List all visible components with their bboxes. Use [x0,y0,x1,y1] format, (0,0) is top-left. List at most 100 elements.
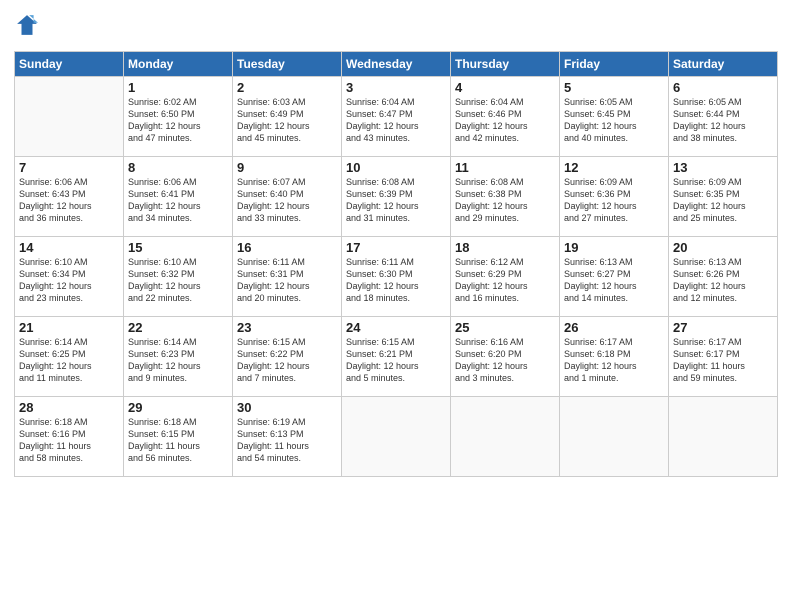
day-number: 11 [455,160,555,175]
calendar-cell-w2d1: 15Sunrise: 6:10 AMSunset: 6:32 PMDayligh… [124,237,233,317]
day-number: 23 [237,320,337,335]
day-number: 12 [564,160,664,175]
day-info: Sunrise: 6:05 AMSunset: 6:44 PMDaylight:… [673,96,773,145]
calendar-table: SundayMondayTuesdayWednesdayThursdayFrid… [14,51,778,477]
day-header-saturday: Saturday [669,52,778,77]
calendar-cell-w0d4: 4Sunrise: 6:04 AMSunset: 6:46 PMDaylight… [451,77,560,157]
calendar-cell-w3d0: 21Sunrise: 6:14 AMSunset: 6:25 PMDayligh… [15,317,124,397]
calendar-cell-w3d1: 22Sunrise: 6:14 AMSunset: 6:23 PMDayligh… [124,317,233,397]
day-header-sunday: Sunday [15,52,124,77]
calendar-cell-w1d4: 11Sunrise: 6:08 AMSunset: 6:38 PMDayligh… [451,157,560,237]
day-info: Sunrise: 6:06 AMSunset: 6:43 PMDaylight:… [19,176,119,225]
calendar-cell-w1d3: 10Sunrise: 6:08 AMSunset: 6:39 PMDayligh… [342,157,451,237]
day-number: 16 [237,240,337,255]
calendar-cell-w2d5: 19Sunrise: 6:13 AMSunset: 6:27 PMDayligh… [560,237,669,317]
day-info: Sunrise: 6:14 AMSunset: 6:23 PMDaylight:… [128,336,228,385]
day-number: 9 [237,160,337,175]
calendar-cell-w3d2: 23Sunrise: 6:15 AMSunset: 6:22 PMDayligh… [233,317,342,397]
day-number: 20 [673,240,773,255]
day-info: Sunrise: 6:15 AMSunset: 6:22 PMDaylight:… [237,336,337,385]
day-number: 10 [346,160,446,175]
calendar-cell-w0d6: 6Sunrise: 6:05 AMSunset: 6:44 PMDaylight… [669,77,778,157]
calendar-cell-w0d2: 2Sunrise: 6:03 AMSunset: 6:49 PMDaylight… [233,77,342,157]
day-info: Sunrise: 6:08 AMSunset: 6:38 PMDaylight:… [455,176,555,225]
calendar-cell-w0d1: 1Sunrise: 6:02 AMSunset: 6:50 PMDaylight… [124,77,233,157]
day-number: 3 [346,80,446,95]
calendar-cell-w0d3: 3Sunrise: 6:04 AMSunset: 6:47 PMDaylight… [342,77,451,157]
day-header-monday: Monday [124,52,233,77]
calendar-cell-w0d0 [15,77,124,157]
day-number: 19 [564,240,664,255]
calendar-cell-w3d6: 27Sunrise: 6:17 AMSunset: 6:17 PMDayligh… [669,317,778,397]
day-info: Sunrise: 6:10 AMSunset: 6:32 PMDaylight:… [128,256,228,305]
logo [14,14,38,43]
day-info: Sunrise: 6:09 AMSunset: 6:36 PMDaylight:… [564,176,664,225]
calendar-cell-w2d0: 14Sunrise: 6:10 AMSunset: 6:34 PMDayligh… [15,237,124,317]
calendar-cell-w4d2: 30Sunrise: 6:19 AMSunset: 6:13 PMDayligh… [233,397,342,477]
day-info: Sunrise: 6:18 AMSunset: 6:16 PMDaylight:… [19,416,119,465]
day-number: 22 [128,320,228,335]
day-info: Sunrise: 6:06 AMSunset: 6:41 PMDaylight:… [128,176,228,225]
day-header-wednesday: Wednesday [342,52,451,77]
day-number: 14 [19,240,119,255]
day-number: 18 [455,240,555,255]
day-number: 15 [128,240,228,255]
calendar-cell-w1d5: 12Sunrise: 6:09 AMSunset: 6:36 PMDayligh… [560,157,669,237]
day-info: Sunrise: 6:17 AMSunset: 6:18 PMDaylight:… [564,336,664,385]
day-info: Sunrise: 6:10 AMSunset: 6:34 PMDaylight:… [19,256,119,305]
calendar-cell-w4d3 [342,397,451,477]
day-number: 28 [19,400,119,415]
day-number: 4 [455,80,555,95]
day-info: Sunrise: 6:09 AMSunset: 6:35 PMDaylight:… [673,176,773,225]
day-number: 26 [564,320,664,335]
day-number: 6 [673,80,773,95]
day-number: 29 [128,400,228,415]
day-number: 13 [673,160,773,175]
calendar-cell-w4d5 [560,397,669,477]
day-header-tuesday: Tuesday [233,52,342,77]
day-info: Sunrise: 6:18 AMSunset: 6:15 PMDaylight:… [128,416,228,465]
day-number: 1 [128,80,228,95]
day-number: 2 [237,80,337,95]
calendar-cell-w3d3: 24Sunrise: 6:15 AMSunset: 6:21 PMDayligh… [342,317,451,397]
day-number: 7 [19,160,119,175]
day-number: 5 [564,80,664,95]
day-header-friday: Friday [560,52,669,77]
day-info: Sunrise: 6:12 AMSunset: 6:29 PMDaylight:… [455,256,555,305]
day-info: Sunrise: 6:04 AMSunset: 6:46 PMDaylight:… [455,96,555,145]
day-info: Sunrise: 6:13 AMSunset: 6:26 PMDaylight:… [673,256,773,305]
day-info: Sunrise: 6:04 AMSunset: 6:47 PMDaylight:… [346,96,446,145]
calendar-cell-w4d4 [451,397,560,477]
day-number: 17 [346,240,446,255]
day-number: 8 [128,160,228,175]
calendar-cell-w2d3: 17Sunrise: 6:11 AMSunset: 6:30 PMDayligh… [342,237,451,317]
calendar-cell-w1d2: 9Sunrise: 6:07 AMSunset: 6:40 PMDaylight… [233,157,342,237]
calendar-cell-w2d2: 16Sunrise: 6:11 AMSunset: 6:31 PMDayligh… [233,237,342,317]
calendar-cell-w1d6: 13Sunrise: 6:09 AMSunset: 6:35 PMDayligh… [669,157,778,237]
calendar-cell-w2d4: 18Sunrise: 6:12 AMSunset: 6:29 PMDayligh… [451,237,560,317]
calendar-cell-w1d0: 7Sunrise: 6:06 AMSunset: 6:43 PMDaylight… [15,157,124,237]
day-number: 21 [19,320,119,335]
day-info: Sunrise: 6:13 AMSunset: 6:27 PMDaylight:… [564,256,664,305]
day-number: 24 [346,320,446,335]
calendar-cell-w3d4: 25Sunrise: 6:16 AMSunset: 6:20 PMDayligh… [451,317,560,397]
day-number: 30 [237,400,337,415]
day-info: Sunrise: 6:19 AMSunset: 6:13 PMDaylight:… [237,416,337,465]
calendar-cell-w3d5: 26Sunrise: 6:17 AMSunset: 6:18 PMDayligh… [560,317,669,397]
day-info: Sunrise: 6:15 AMSunset: 6:21 PMDaylight:… [346,336,446,385]
day-info: Sunrise: 6:14 AMSunset: 6:25 PMDaylight:… [19,336,119,385]
day-info: Sunrise: 6:11 AMSunset: 6:30 PMDaylight:… [346,256,446,305]
day-info: Sunrise: 6:17 AMSunset: 6:17 PMDaylight:… [673,336,773,385]
day-info: Sunrise: 6:03 AMSunset: 6:49 PMDaylight:… [237,96,337,145]
calendar-cell-w4d6 [669,397,778,477]
day-info: Sunrise: 6:07 AMSunset: 6:40 PMDaylight:… [237,176,337,225]
calendar-cell-w1d1: 8Sunrise: 6:06 AMSunset: 6:41 PMDaylight… [124,157,233,237]
day-info: Sunrise: 6:05 AMSunset: 6:45 PMDaylight:… [564,96,664,145]
day-header-thursday: Thursday [451,52,560,77]
day-number: 27 [673,320,773,335]
day-info: Sunrise: 6:16 AMSunset: 6:20 PMDaylight:… [455,336,555,385]
calendar-cell-w4d1: 29Sunrise: 6:18 AMSunset: 6:15 PMDayligh… [124,397,233,477]
day-number: 25 [455,320,555,335]
day-info: Sunrise: 6:11 AMSunset: 6:31 PMDaylight:… [237,256,337,305]
calendar-cell-w0d5: 5Sunrise: 6:05 AMSunset: 6:45 PMDaylight… [560,77,669,157]
